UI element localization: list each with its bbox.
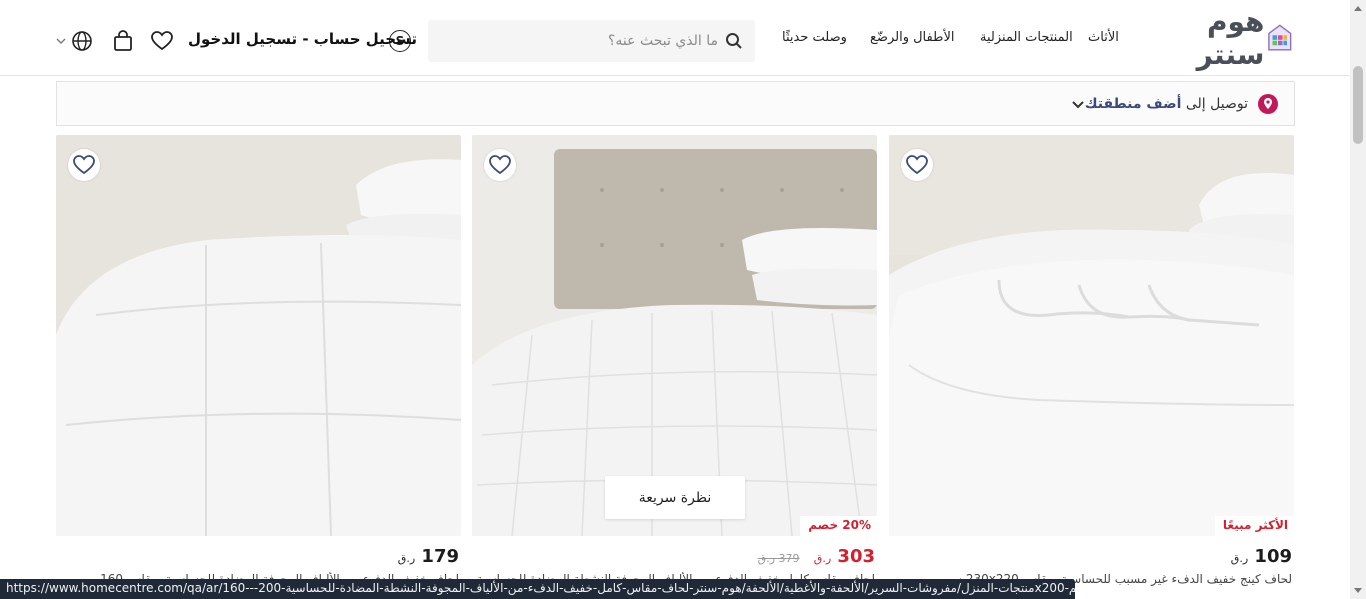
link-status-bar: https://www.homecentre.com/qa/ar/160---م… [0,579,1075,599]
scrollbar-thumb[interactable] [1353,66,1363,144]
bag-icon[interactable] [112,30,134,52]
heart-icon [906,155,928,175]
login-link[interactable]: تسجيل حساب - تسجيل الدخول [188,30,417,48]
badge-bestseller: الأكثر مبيعًا [1214,516,1294,536]
product-card[interactable]: الأكثر مبيعًا 109 ر.ق لحاف كينج خفيف الد… [889,135,1294,595]
chevron-down-icon[interactable] [1071,98,1085,112]
location-pin-icon [1258,94,1278,114]
heart-icon [73,155,95,175]
price-currency: ر.ق [397,552,416,565]
nav-furniture[interactable]: الأثاث [1088,30,1119,50]
wishlist-button[interactable] [484,149,516,181]
scroll-up-icon[interactable] [1354,6,1362,11]
wishlist-button[interactable] [901,149,933,181]
search-input[interactable] [438,20,718,62]
price-value: 109 [1254,546,1292,567]
search-icon[interactable] [725,32,743,50]
wishlist-button[interactable] [68,149,100,181]
heart-icon[interactable] [151,30,173,52]
nav-kids-baby[interactable]: الأطفال والرضّع [870,30,954,50]
nav-home-products[interactable]: المنتجات المنزلية [980,30,1073,50]
logo[interactable]: هوم سنتر [1142,5,1292,71]
globe-icon[interactable] [71,30,93,52]
product-card[interactable]: 179 ر.ق لحاف خفيف الدفء من الألياف المجو… [56,135,461,595]
site-header: هوم سنتر الأثاث المنتجات المنزلية الأطفا… [0,0,1350,76]
product-price: 179 ر.ق [398,546,459,567]
product-price: 303 ر.ق 379 ر.ق [758,546,875,567]
product-card[interactable]: نظرة سريعة 20% خصم 303 ر.ق 379 ر.ق لحاف … [472,135,877,595]
heart-icon [489,155,511,175]
old-price: 379 ر.ق [757,552,800,565]
chevron-down-icon[interactable] [55,30,67,52]
delivery-location-bar[interactable]: توصيل إلى أضف منطقتك [56,81,1295,126]
page-scrollbar[interactable] [1350,0,1366,599]
logo-icon [1268,24,1292,51]
product-image[interactable] [56,135,461,536]
scroll-down-icon[interactable] [1354,588,1362,593]
delivery-text: توصيل إلى أضف منطقتك [1085,96,1248,112]
add-area-link[interactable]: أضف منطقتك [1085,96,1182,112]
search-box [428,20,755,62]
delivery-prefix: توصيل إلى [1185,96,1248,112]
price-currency: ر.ق [1230,552,1249,565]
price-currency: ر.ق [813,552,832,565]
nav-new-arrivals[interactable]: وصلت حديثًا [782,30,847,50]
product-image[interactable] [889,135,1294,536]
logo-text: هوم سنتر [1196,5,1266,71]
badge-discount: 20% خصم [800,516,877,536]
price-value: 179 [421,546,459,567]
quick-view-button[interactable]: نظرة سريعة [605,476,745,519]
price-value: 303 [837,546,875,567]
product-price: 109 ر.ق [1231,546,1292,567]
